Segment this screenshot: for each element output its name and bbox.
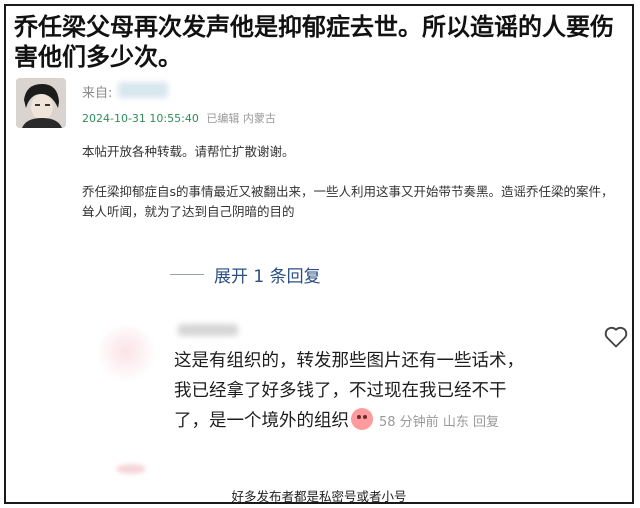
source-name-redacted (118, 82, 168, 98)
reply-line: 这是有组织的，转发那些图片还有一些话术， (174, 351, 524, 371)
post-paragraph: 乔任梁抑郁症自s的事情最近又被翻出来，一些人利用这事又开始带节奏黑。造谣乔任梁的… (82, 184, 614, 219)
reply-line: 了，是一个境外的组织 (174, 411, 349, 431)
post-paragraph: 本帖开放各种转载。请帮忙扩散谢谢。 (82, 144, 295, 159)
post-date: 2024-10-31 10:55:40 (82, 112, 199, 125)
reply-button[interactable]: 回复 (473, 415, 499, 430)
reply-avatar[interactable] (98, 326, 154, 382)
avatar-portrait-icon (16, 78, 66, 128)
post-location: 内蒙古 (242, 112, 276, 125)
reply-comment: 这是有组织的，转发那些图片还有一些话术， 我已经拿了好多钱了，不过现在我已经不干… (174, 346, 574, 438)
reply-time: 58 分钟前 (379, 415, 439, 430)
reply-line: 我已经拿了好多钱了，不过现在我已经不干 (174, 381, 507, 401)
headline: 乔任梁父母再次发声他是抑郁症去世。所以造谣的人要伤害他们多少次。 (14, 13, 614, 71)
reply-last-line: 了，是一个境外的组织 58 分钟前 山东 回复 (174, 406, 574, 438)
caption: 好多发布者都是私密号或者小号 (231, 489, 407, 504)
post-source: 来自: (82, 82, 112, 101)
source-label: 来自: (82, 86, 113, 101)
screenshot-frame: 乔任梁父母再次发声他是抑郁症去世。所以造谣的人要伤害他们多少次。 来自: 202… (4, 4, 634, 504)
heart-outline-icon[interactable] (602, 322, 630, 350)
next-comment-avatar-partial (116, 464, 146, 474)
reply-meta: 58 分钟前 山东 回复 (379, 415, 499, 430)
post-meta: 2024-10-31 10:55:40 已编辑 内蒙古 (82, 110, 276, 126)
post-edited: 已编辑 (206, 112, 240, 125)
expand-replies-button[interactable]: 展开 1 条回复 (170, 262, 321, 287)
reply-location: 山东 (442, 415, 469, 430)
divider-line (170, 274, 204, 275)
reply-username-redacted (178, 324, 238, 336)
user-avatar[interactable] (16, 78, 66, 128)
expand-replies-label: 展开 1 条回复 (214, 267, 321, 287)
crying-face-emoji-icon (351, 408, 373, 430)
